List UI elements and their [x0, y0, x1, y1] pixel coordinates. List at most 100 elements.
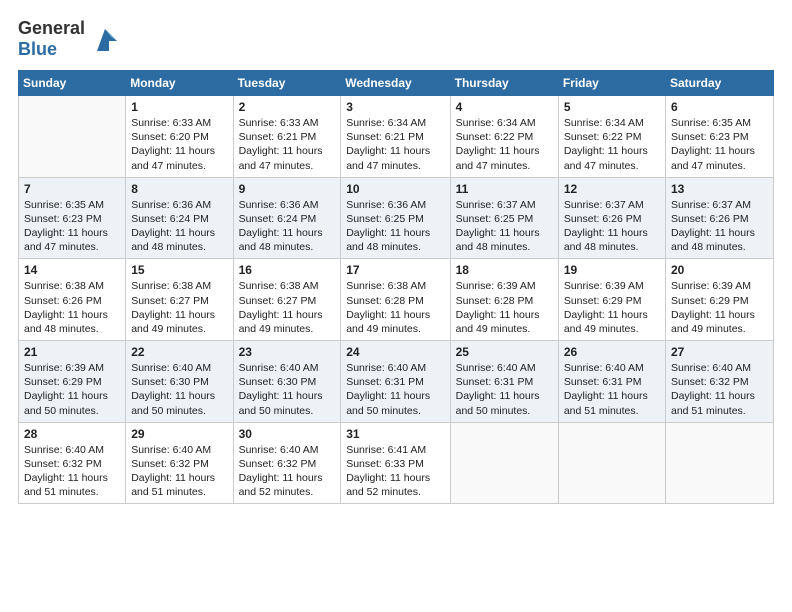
- calendar-cell: 2 Sunrise: 6:33 AMSunset: 6:21 PMDaylight…: [233, 96, 341, 178]
- calendar-cell: 26Sunrise: 6:40 AMSunset: 6:31 PMDayligh…: [558, 341, 665, 423]
- day-number: 16: [239, 263, 336, 277]
- header: General Blue: [18, 18, 774, 60]
- calendar-cell: 4 Sunrise: 6:34 AMSunset: 6:22 PMDaylight…: [450, 96, 558, 178]
- day-number: 2: [239, 100, 336, 114]
- calendar-cell: [19, 96, 126, 178]
- day-info: Sunrise: 6:38 AMSunset: 6:26 PMDaylight:…: [24, 279, 120, 336]
- calendar-cell: 11 Sunrise: 6:37 AMSunset: 6:25 PMDayligh…: [450, 177, 558, 259]
- day-number: 30: [239, 427, 336, 441]
- day-number: 3: [346, 100, 444, 114]
- day-info: Sunrise: 6:39 AMSunset: 6:29 PMDaylight:…: [671, 279, 768, 336]
- day-info: Sunrise: 6:38 AMSunset: 6:27 PMDaylight:…: [131, 279, 227, 336]
- day-info: Sunrise: 6:33 AMSunset: 6:20 PMDaylight:…: [131, 116, 227, 173]
- day-number: 28: [24, 427, 120, 441]
- day-info: Sunrise: 6:37 AMSunset: 6:26 PMDaylight:…: [671, 198, 768, 255]
- day-info: Sunrise: 6:35 AMSunset: 6:23 PMDaylight:…: [24, 198, 120, 255]
- calendar-cell: 13Sunrise: 6:37 AMSunset: 6:26 PMDayligh…: [666, 177, 774, 259]
- calendar-cell: 10 Sunrise: 6:36 AMSunset: 6:25 PMDayligh…: [341, 177, 450, 259]
- day-number: 10: [346, 182, 444, 196]
- day-number: 11: [456, 182, 553, 196]
- day-info: Sunrise: 6:40 AMSunset: 6:32 PMDaylight:…: [671, 361, 768, 418]
- day-number: 20: [671, 263, 768, 277]
- day-info: Sunrise: 6:39 AMSunset: 6:29 PMDaylight:…: [564, 279, 660, 336]
- day-number: 4: [456, 100, 553, 114]
- calendar-cell: [558, 422, 665, 504]
- calendar-cell: 9 Sunrise: 6:36 AMSunset: 6:24 PMDaylight…: [233, 177, 341, 259]
- day-info: Sunrise: 6:39 AMSunset: 6:29 PMDaylight:…: [24, 361, 120, 418]
- day-info: Sunrise: 6:34 AMSunset: 6:21 PMDaylight:…: [346, 116, 444, 173]
- day-info: Sunrise: 6:40 AMSunset: 6:32 PMDaylight:…: [239, 443, 336, 500]
- day-info: Sunrise: 6:36 AMSunset: 6:24 PMDaylight:…: [239, 198, 336, 255]
- calendar-cell: 17 Sunrise: 6:38 AMSunset: 6:28 PMDayligh…: [341, 259, 450, 341]
- day-info: Sunrise: 6:40 AMSunset: 6:32 PMDaylight:…: [131, 443, 227, 500]
- day-info: Sunrise: 6:36 AMSunset: 6:24 PMDaylight:…: [131, 198, 227, 255]
- calendar-cell: 16Sunrise: 6:38 AMSunset: 6:27 PMDayligh…: [233, 259, 341, 341]
- calendar-week-row: 7 Sunrise: 6:35 AMSunset: 6:23 PMDaylight…: [19, 177, 774, 259]
- day-number: 14: [24, 263, 120, 277]
- logo-icon: [89, 23, 121, 55]
- calendar-cell: 5 Sunrise: 6:34 AMSunset: 6:22 PMDaylight…: [558, 96, 665, 178]
- calendar-week-row: 28 Sunrise: 6:40 AMSunset: 6:32 PMDayligh…: [19, 422, 774, 504]
- day-info: Sunrise: 6:35 AMSunset: 6:23 PMDaylight:…: [671, 116, 768, 173]
- day-info: Sunrise: 6:41 AMSunset: 6:33 PMDaylight:…: [346, 443, 444, 500]
- day-number: 1: [131, 100, 227, 114]
- day-info: Sunrise: 6:40 AMSunset: 6:31 PMDaylight:…: [456, 361, 553, 418]
- day-info: Sunrise: 6:37 AMSunset: 6:25 PMDaylight:…: [456, 198, 553, 255]
- calendar-table: SundayMondayTuesdayWednesdayThursdayFrid…: [18, 70, 774, 504]
- day-number: 26: [564, 345, 660, 359]
- weekday-header: Saturday: [666, 71, 774, 96]
- calendar-cell: 7 Sunrise: 6:35 AMSunset: 6:23 PMDaylight…: [19, 177, 126, 259]
- day-number: 7: [24, 182, 120, 196]
- header-row: SundayMondayTuesdayWednesdayThursdayFrid…: [19, 71, 774, 96]
- page: General Blue SundayMondayTuesdayWednesda…: [0, 0, 792, 612]
- day-info: Sunrise: 6:40 AMSunset: 6:32 PMDaylight:…: [24, 443, 120, 500]
- calendar-cell: 31 Sunrise: 6:41 AMSunset: 6:33 PMDayligh…: [341, 422, 450, 504]
- calendar-cell: 24Sunrise: 6:40 AMSunset: 6:31 PMDayligh…: [341, 341, 450, 423]
- calendar-cell: 15 Sunrise: 6:38 AMSunset: 6:27 PMDayligh…: [126, 259, 233, 341]
- day-number: 23: [239, 345, 336, 359]
- day-number: 22: [131, 345, 227, 359]
- day-info: Sunrise: 6:34 AMSunset: 6:22 PMDaylight:…: [564, 116, 660, 173]
- day-number: 21: [24, 345, 120, 359]
- calendar-cell: 12 Sunrise: 6:37 AMSunset: 6:26 PMDayligh…: [558, 177, 665, 259]
- day-info: Sunrise: 6:38 AMSunset: 6:28 PMDaylight:…: [346, 279, 444, 336]
- calendar-cell: 3 Sunrise: 6:34 AMSunset: 6:21 PMDaylight…: [341, 96, 450, 178]
- calendar-cell: 29 Sunrise: 6:40 AMSunset: 6:32 PMDayligh…: [126, 422, 233, 504]
- weekday-header: Tuesday: [233, 71, 341, 96]
- day-info: Sunrise: 6:37 AMSunset: 6:26 PMDaylight:…: [564, 198, 660, 255]
- day-number: 31: [346, 427, 444, 441]
- calendar-cell: [450, 422, 558, 504]
- day-number: 29: [131, 427, 227, 441]
- day-number: 24: [346, 345, 444, 359]
- calendar-cell: 23Sunrise: 6:40 AMSunset: 6:30 PMDayligh…: [233, 341, 341, 423]
- day-number: 17: [346, 263, 444, 277]
- weekday-header: Monday: [126, 71, 233, 96]
- day-info: Sunrise: 6:36 AMSunset: 6:25 PMDaylight:…: [346, 198, 444, 255]
- day-number: 27: [671, 345, 768, 359]
- calendar-week-row: 1 Sunrise: 6:33 AMSunset: 6:20 PMDaylight…: [19, 96, 774, 178]
- day-number: 9: [239, 182, 336, 196]
- day-number: 18: [456, 263, 553, 277]
- day-number: 8: [131, 182, 227, 196]
- weekday-header: Thursday: [450, 71, 558, 96]
- weekday-header: Wednesday: [341, 71, 450, 96]
- calendar-cell: [666, 422, 774, 504]
- calendar-cell: 27 Sunrise: 6:40 AMSunset: 6:32 PMDayligh…: [666, 341, 774, 423]
- calendar-body: 1 Sunrise: 6:33 AMSunset: 6:20 PMDaylight…: [19, 96, 774, 504]
- weekday-header: Sunday: [19, 71, 126, 96]
- day-info: Sunrise: 6:40 AMSunset: 6:30 PMDaylight:…: [131, 361, 227, 418]
- calendar-week-row: 21 Sunrise: 6:39 AMSunset: 6:29 PMDayligh…: [19, 341, 774, 423]
- calendar-cell: 20 Sunrise: 6:39 AMSunset: 6:29 PMDayligh…: [666, 259, 774, 341]
- day-number: 12: [564, 182, 660, 196]
- logo: General Blue: [18, 18, 121, 60]
- calendar-cell: 1 Sunrise: 6:33 AMSunset: 6:20 PMDaylight…: [126, 96, 233, 178]
- day-info: Sunrise: 6:33 AMSunset: 6:21 PMDaylight:…: [239, 116, 336, 173]
- day-number: 25: [456, 345, 553, 359]
- calendar-cell: 19Sunrise: 6:39 AMSunset: 6:29 PMDayligh…: [558, 259, 665, 341]
- day-number: 5: [564, 100, 660, 114]
- day-number: 15: [131, 263, 227, 277]
- calendar-cell: 6Sunrise: 6:35 AMSunset: 6:23 PMDaylight…: [666, 96, 774, 178]
- day-info: Sunrise: 6:34 AMSunset: 6:22 PMDaylight:…: [456, 116, 553, 173]
- calendar-cell: 8 Sunrise: 6:36 AMSunset: 6:24 PMDaylight…: [126, 177, 233, 259]
- calendar-header: SundayMondayTuesdayWednesdayThursdayFrid…: [19, 71, 774, 96]
